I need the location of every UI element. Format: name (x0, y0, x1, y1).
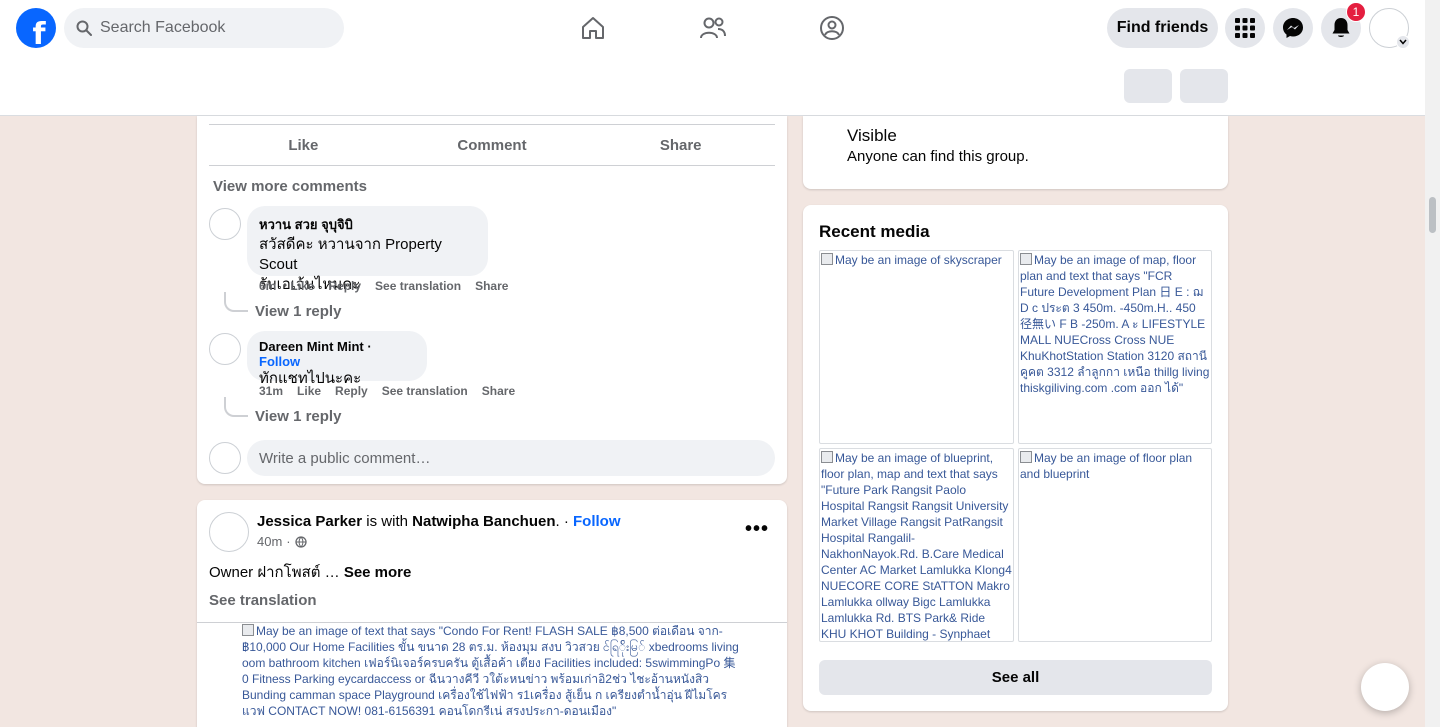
post-with-text: is with (366, 513, 408, 530)
comment-share-button[interactable]: Share (482, 384, 515, 398)
top-navigation-bar: f Find friends 1 (0, 0, 1425, 56)
comment-time[interactable]: 6m (259, 279, 276, 293)
media-thumbnail[interactable]: May be an image of blueprint, floor plan… (819, 448, 1014, 642)
post-author-avatar[interactable] (209, 512, 249, 552)
home-icon[interactable] (577, 12, 609, 44)
page-scrollbar[interactable] (1425, 0, 1440, 727)
broken-image-icon (1020, 451, 1032, 463)
comment-reply-button[interactable]: Reply (328, 279, 361, 293)
follow-button[interactable]: Follow (573, 513, 621, 530)
header-action-placeholder-button[interactable] (1124, 69, 1172, 103)
recent-media-title: Recent media (819, 222, 930, 241)
group-sub-header (0, 56, 1425, 116)
feed-post: Jessica Parker is with Natwipha Banchuen… (197, 500, 787, 727)
comment-text: สวัสดีคะ หวานจาก Property Scout (259, 236, 442, 273)
header-action-placeholder-button[interactable] (1180, 69, 1228, 103)
post-body: Owner ฝากโพสต์ … (209, 564, 340, 581)
commenter-avatar[interactable] (209, 333, 241, 365)
comment-author[interactable]: หวาน สวย จุบุจิบิ (259, 214, 476, 235)
feed-post: Like Comment Share View more comments หว… (197, 116, 787, 484)
comment-time[interactable]: 31m (259, 384, 283, 398)
group-about-card: Visible Anyone can find this group. (803, 116, 1228, 189)
view-replies-link[interactable]: View 1 reply (255, 408, 341, 425)
scrollbar-thumb[interactable] (1429, 197, 1436, 233)
share-button[interactable]: Share (586, 125, 775, 165)
post-author-name[interactable]: Jessica Parker (257, 513, 362, 530)
search-input[interactable] (100, 19, 320, 37)
find-friends-button[interactable]: Find friends (1107, 8, 1218, 48)
post-image-alt-text: May be an image of text that says "Condo… (242, 624, 739, 718)
comment-see-translation-link[interactable]: See translation (375, 279, 461, 293)
post-time[interactable]: 40m (257, 534, 282, 549)
tagged-user-name[interactable]: Natwipha Banchuen (412, 513, 555, 530)
post-timestamp: 40m · (257, 534, 307, 549)
media-thumbnail[interactable]: May be an image of floor plan and bluepr… (1018, 448, 1212, 642)
reply-thread-line (224, 397, 248, 417)
comment-see-translation-link[interactable]: See translation (382, 384, 468, 398)
see-more-link[interactable]: See more (344, 564, 412, 581)
view-more-comments-link[interactable]: View more comments (213, 178, 367, 195)
broken-image-icon (821, 451, 833, 463)
messenger-icon[interactable] (1273, 8, 1313, 48)
write-comment-input[interactable]: Write a public comment… (247, 440, 775, 476)
comment-like-button[interactable]: Like (297, 384, 321, 398)
my-avatar (209, 442, 241, 474)
post-header: Jessica Parker is with Natwipha Banchuen… (257, 513, 621, 530)
comment-author-line: Dareen Mint Mint · Follow (259, 339, 372, 369)
comment-reply-button[interactable]: Reply (335, 384, 368, 398)
comment-share-button[interactable]: Share (475, 279, 508, 293)
media-alt-text: May be an image of skyscraper (835, 253, 1002, 267)
like-button[interactable]: Like (209, 125, 398, 165)
media-thumbnail[interactable]: May be an image of skyscraper (819, 250, 1014, 444)
menu-grid-icon[interactable] (1225, 8, 1265, 48)
comment-like-button[interactable]: Like (290, 279, 314, 293)
search-box[interactable] (64, 8, 344, 48)
follow-button[interactable]: Follow (259, 354, 300, 369)
visibility-description: Anyone can find this group. (847, 148, 1029, 165)
facebook-logo-icon[interactable]: f (16, 8, 56, 48)
comment-button[interactable]: Comment (398, 125, 587, 165)
broken-image-icon (1020, 253, 1032, 265)
post-text: Owner ฝากโพสต์ … See more (209, 560, 411, 584)
visibility-title: Visible (847, 126, 897, 145)
reply-thread-line (224, 292, 248, 312)
recent-media-card: Recent media May be an image of skyscrap… (803, 205, 1228, 711)
comment-bubble: หวาน สวย จุบุจิบิ สวัสดีคะ หวานจาก Prope… (247, 206, 488, 293)
friends-icon[interactable] (697, 12, 729, 44)
more-options-icon[interactable]: ••• (745, 518, 769, 541)
comment-meta: 31m Like Reply See translation Share (259, 384, 515, 398)
post-image[interactable]: May be an image of text that says "Condo… (242, 623, 742, 719)
media-alt-text: May be an image of map, floor plan and t… (1020, 253, 1210, 395)
broken-image-icon (821, 253, 833, 265)
comment-meta: 6m Like Reply See translation Share (259, 279, 508, 293)
post-action-bar: Like Comment Share (209, 124, 775, 166)
commenter-avatar[interactable] (209, 208, 241, 240)
see-all-button[interactable]: See all (819, 660, 1212, 695)
media-thumbnail[interactable]: May be an image of map, floor plan and t… (1018, 250, 1212, 444)
notification-count-badge: 1 (1346, 2, 1366, 22)
comment-bubble: Dareen Mint Mint · Follow ทักแชทไปนะคะ (247, 331, 427, 387)
view-replies-link[interactable]: View 1 reply (255, 303, 341, 320)
see-translation-link[interactable]: See translation (209, 592, 317, 609)
groups-icon[interactable] (816, 12, 848, 44)
media-alt-text: May be an image of floor plan and bluepr… (1020, 451, 1193, 481)
search-icon (76, 20, 92, 36)
globe-icon (294, 535, 307, 548)
chevron-down-icon[interactable] (1396, 35, 1410, 49)
media-alt-text: May be an image of blueprint, floor plan… (821, 451, 1012, 641)
broken-image-icon (242, 624, 254, 636)
comment-author[interactable]: Dareen Mint Mint (259, 339, 364, 354)
new-message-floating-button[interactable] (1361, 663, 1409, 711)
